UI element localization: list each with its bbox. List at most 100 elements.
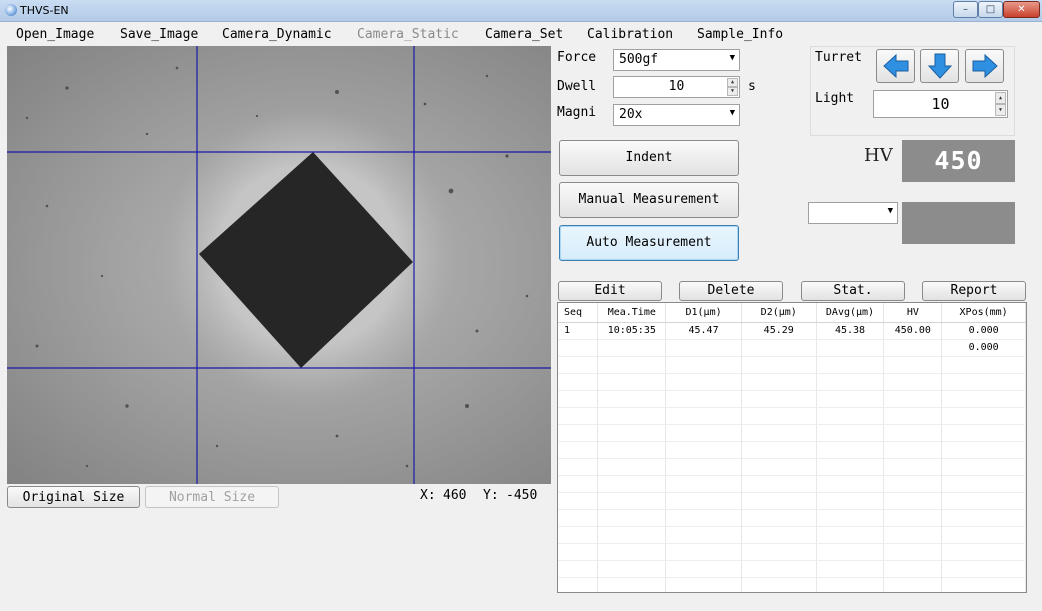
menu-camera-dynamic[interactable]: Camera_Dynamic <box>222 27 332 42</box>
menu-calibration[interactable]: Calibration <box>587 27 673 42</box>
empty-cell <box>816 526 885 544</box>
menu-camera-set[interactable]: Camera_Set <box>485 27 563 42</box>
empty-cell <box>741 526 817 544</box>
empty-cell <box>883 441 943 459</box>
dwell-spinner[interactable]: 10 ▲ ▼ <box>613 76 740 98</box>
empty-cell <box>883 390 943 408</box>
empty-cell <box>941 458 1026 476</box>
cell-d1: 45.47 <box>665 322 742 340</box>
empty-cell <box>597 577 667 592</box>
empty-cell <box>883 509 943 527</box>
spin-down-icon[interactable]: ▼ <box>727 87 738 96</box>
empty-cell <box>741 492 817 510</box>
column-header-d1[interactable]: D1(µm) <box>665 303 742 323</box>
empty-cell <box>558 577 599 592</box>
empty-cell <box>883 458 943 476</box>
empty-table-row <box>558 475 1026 493</box>
empty-cell <box>665 458 742 476</box>
menu-open-image[interactable]: Open_Image <box>16 27 94 42</box>
column-header-time[interactable]: Mea.Time <box>597 303 667 323</box>
turret-down-button[interactable] <box>920 49 959 83</box>
empty-cell <box>665 543 742 561</box>
measurement-table[interactable]: Seq Mea.Time D1(µm) D2(µm) DAvg(µm) HV X… <box>557 302 1027 593</box>
column-header-hv[interactable]: HV <box>883 303 943 323</box>
column-header-seq[interactable]: Seq <box>558 303 599 323</box>
close-button[interactable]: ✕ <box>1003 1 1040 18</box>
empty-cell <box>741 475 817 493</box>
empty-cell <box>665 492 742 510</box>
stat-button[interactable]: Stat. <box>801 281 905 301</box>
maximize-button[interactable]: □ <box>978 1 1003 18</box>
spin-up-icon[interactable]: ▲ <box>727 78 738 87</box>
empty-cell <box>558 407 599 425</box>
arrow-left-icon <box>883 53 909 79</box>
empty-cell <box>883 526 943 544</box>
empty-cell <box>816 560 885 578</box>
empty-cell <box>741 407 817 425</box>
empty-cell <box>816 543 885 561</box>
minimize-button[interactable]: – <box>953 1 978 18</box>
spin-up-icon[interactable]: ▲ <box>995 92 1006 104</box>
empty-cell <box>665 441 742 459</box>
empty-cell <box>597 492 667 510</box>
column-header-xpos[interactable]: XPos(mm) <box>941 303 1026 323</box>
table-header-row: Seq Mea.Time D1(µm) D2(µm) DAvg(µm) HV X… <box>558 303 1026 323</box>
empty-cell <box>816 458 885 476</box>
edit-button[interactable]: Edit <box>558 281 662 301</box>
empty-cell <box>558 441 599 459</box>
column-header-davg[interactable]: DAvg(µm) <box>816 303 885 323</box>
spin-down-icon[interactable]: ▼ <box>995 104 1006 116</box>
dwell-unit: s <box>748 79 756 94</box>
turret-right-button[interactable] <box>965 49 1004 83</box>
empty-cell <box>883 356 943 374</box>
empty-cell <box>558 475 599 493</box>
empty-cell <box>597 407 667 425</box>
menu-sample-info[interactable]: Sample_Info <box>697 27 783 42</box>
menu-save-image[interactable]: Save_Image <box>120 27 198 42</box>
cell-d2: 45.29 <box>741 322 817 340</box>
empty-table-row <box>558 458 1026 476</box>
empty-cell <box>941 373 1026 391</box>
empty-cell <box>597 526 667 544</box>
empty-cell <box>665 390 742 408</box>
empty-cell <box>558 356 599 374</box>
light-spinner[interactable]: 10 ▲ ▼ <box>873 90 1008 118</box>
original-size-button[interactable]: Original Size <box>7 486 140 508</box>
empty-cell <box>665 475 742 493</box>
empty-cell <box>597 458 667 476</box>
indent-button[interactable]: Indent <box>559 140 739 176</box>
table-row[interactable]: 1 10:05:35 45.47 45.29 45.38 450.00 0.00… <box>558 322 1026 340</box>
dwell-spin-buttons[interactable]: ▲ ▼ <box>727 78 738 96</box>
delete-button[interactable]: Delete <box>679 281 783 301</box>
auto-measurement-button[interactable]: Auto Measurement <box>559 225 739 261</box>
unit-select[interactable]: ▼ <box>808 202 898 224</box>
arrow-right-icon <box>972 53 998 79</box>
cell-davg: 45.38 <box>816 322 885 340</box>
turret-left-button[interactable] <box>876 49 915 83</box>
empty-cell <box>816 424 885 442</box>
column-header-d2[interactable]: D2(µm) <box>741 303 817 323</box>
arrow-down-icon <box>927 53 953 79</box>
light-spin-buttons[interactable]: ▲ ▼ <box>995 92 1006 116</box>
camera-view[interactable] <box>7 46 551 484</box>
empty-cell <box>665 509 742 527</box>
empty-cell <box>816 356 885 374</box>
empty-cell <box>558 424 599 442</box>
empty-cell <box>741 356 817 374</box>
cell-xpos: 0.000 <box>941 339 1026 357</box>
cell-d1 <box>665 339 742 357</box>
manual-measurement-button[interactable]: Manual Measurement <box>559 182 739 218</box>
empty-cell <box>883 475 943 493</box>
empty-cell <box>558 560 599 578</box>
empty-table-row <box>558 424 1026 442</box>
app-icon <box>5 4 17 16</box>
report-button[interactable]: Report <box>922 281 1026 301</box>
magni-select[interactable]: 20x ▼ <box>613 104 740 126</box>
empty-cell <box>816 475 885 493</box>
cell-xpos: 0.000 <box>941 322 1026 340</box>
table-row[interactable]: 0.000 <box>558 339 1026 357</box>
empty-cell <box>883 407 943 425</box>
force-select[interactable]: 500gf ▼ <box>613 49 740 71</box>
empty-cell <box>665 577 742 592</box>
empty-cell <box>816 509 885 527</box>
